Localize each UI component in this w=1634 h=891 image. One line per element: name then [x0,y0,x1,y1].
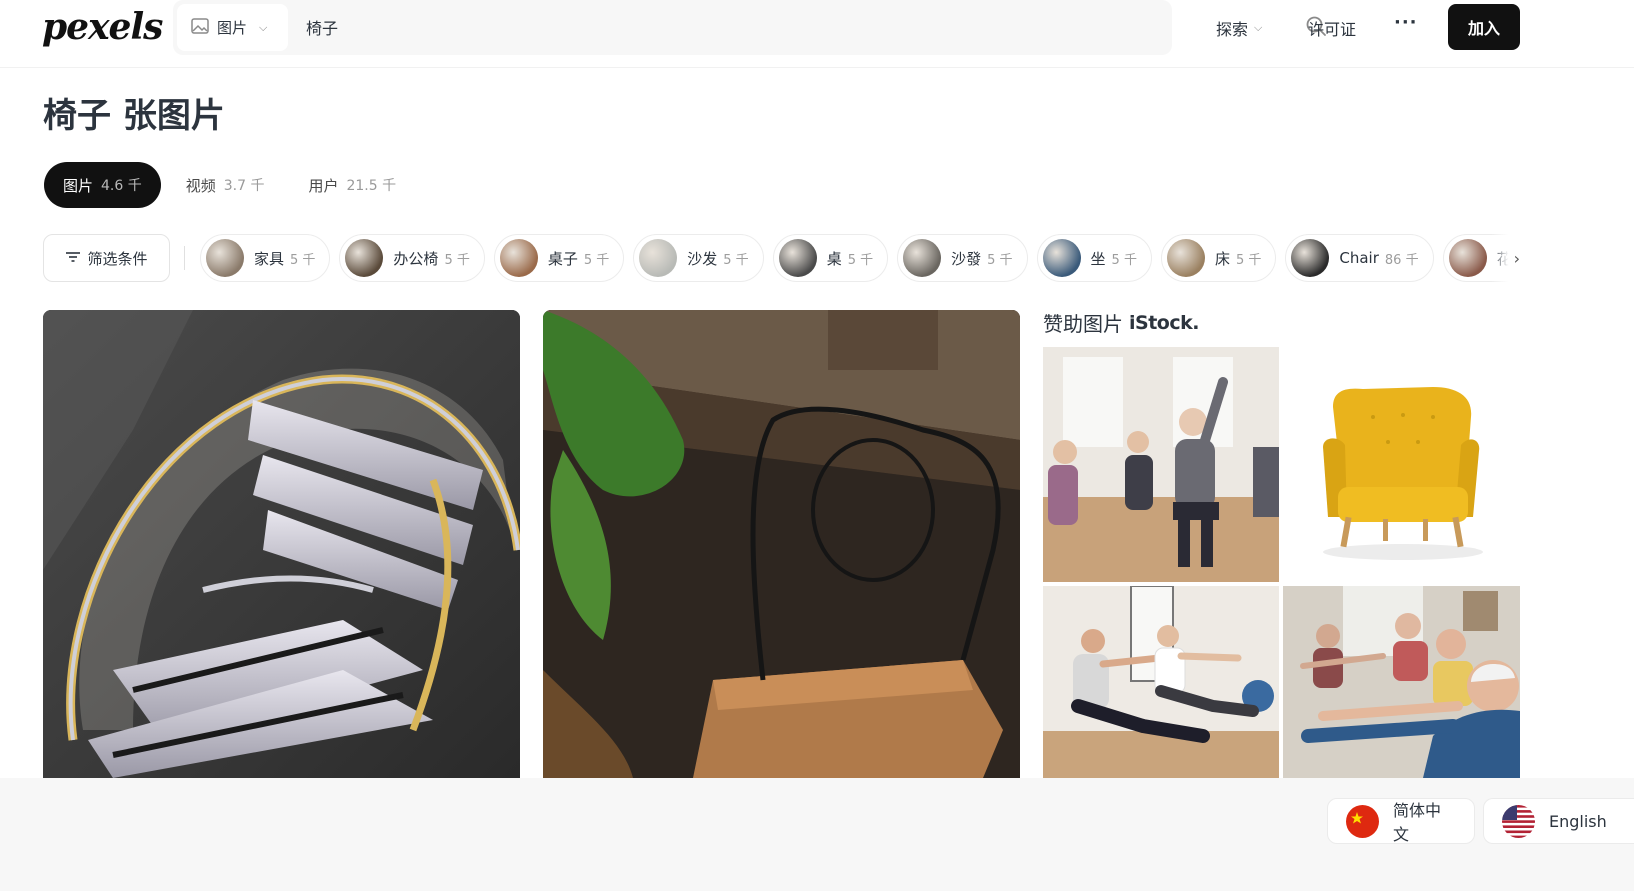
chip-count: 86 千 [1384,252,1419,268]
photo-seated-exercise-class [1043,347,1279,582]
related-search-chip[interactable]: 桌子 5 千 [493,234,625,282]
related-search-chip[interactable]: 床 5 千 [1160,234,1277,282]
join-button[interactable]: 加入 [1448,4,1520,50]
tab-photos[interactable]: 图片 4.6 千 [44,162,161,208]
search-input[interactable] [306,13,1126,41]
us-flag-icon [1502,804,1535,838]
photo-leg-raise-exercise [1043,586,1279,778]
tab-label: 图片 [63,176,94,195]
related-search-chip[interactable]: 沙發 5 千 [897,234,1028,282]
search-bar: 图片 ⌵ [173,0,1326,55]
chip-thumbnail [903,239,942,277]
language-label: English [1549,811,1607,831]
media-tabs: 图片 4.6 千 视频 3.7 千 用户 21.5 千 [44,162,415,208]
chip-label: 沙發 [951,249,982,268]
sponsored-photo[interactable] [1043,586,1279,778]
nav-explore-label: 探索 [1216,20,1249,39]
related-search-chip[interactable]: Chair 86 千 [1285,234,1434,282]
chip-thumbnail [1291,239,1330,277]
chip-label: 桌子 [547,249,578,268]
filter-label: 筛选条件 [87,249,148,268]
page-title: 椅子 张图片 [43,96,225,136]
chevron-down-icon: ⌵ [1254,21,1263,34]
chip-count: 5 千 [290,252,316,268]
chip-label: 办公椅 [393,249,439,268]
photo-card[interactable] [43,310,520,778]
language-option-en[interactable]: English [1483,798,1634,844]
chip-thumbnail [778,239,817,277]
related-search-chip[interactable]: 坐 5 千 [1036,234,1152,282]
chip-thumbnail [1448,239,1487,277]
photo-yellow-armchair [1283,347,1520,582]
tab-count: 3.7 千 [223,178,265,194]
chip-count: 5 千 [583,252,610,268]
chip-count: 5 千 [1111,252,1137,268]
photo-aluminium-chair [43,310,520,778]
nav-explore[interactable]: 探索 ⌵ [1216,16,1262,40]
chip-thumbnail [1166,239,1205,277]
photo-wire-chair [543,310,1020,778]
related-search-chip[interactable]: 沙发 5 千 [633,234,764,282]
chip-thumbnail [345,239,384,277]
sponsored-title: 赞助图片 iStock. [1043,308,1199,337]
chip-thumbnail [499,239,538,277]
related-search-chip[interactable]: 办公椅 5 千 [339,234,485,282]
chip-thumbnail [639,239,678,277]
china-flag-icon [1346,804,1379,838]
language-label: 简体中文 [1393,801,1442,844]
search-type-dropdown[interactable]: 图片 ⌵ [177,4,288,51]
chip-count: 5 千 [987,252,1013,268]
chip-list: 家具 5 千办公椅 5 千桌子 5 千沙发 5 千桌5 千沙發 5 千坐5 千床5 千 Ch… [200,234,1520,282]
tab-users[interactable]: 用户 21.5 千 [289,162,415,208]
chip-count: 5 千 [444,252,470,268]
sponsored-photo[interactable] [1283,586,1520,778]
chip-label: 床 [1214,249,1230,268]
related-searches: 筛选条件 家具 5 千办公椅 5 千桌子 5 千沙发 5 千桌5 千沙發 5 千坐5 千床… [43,234,1520,282]
nav-license[interactable]: 许可证 [1308,16,1356,40]
chevron-right-icon[interactable]: › [1491,234,1520,282]
search-type-label: 图片 [217,19,248,37]
sponsored-label: 赞助图片 [1043,312,1123,336]
related-search-chip[interactable]: 家具 5 千 [200,234,331,282]
chip-label: 桌 [826,249,842,268]
related-search-chip[interactable]: 桌 5 千 [772,234,889,282]
chip-label: 沙发 [687,249,718,268]
divider [184,246,185,270]
photo-card[interactable] [543,310,1020,778]
more-menu-button[interactable]: ··· [1394,12,1418,33]
chip-label: Chair [1339,249,1379,267]
chip-thumbnail [206,239,244,277]
chip-count: 5 千 [723,252,749,268]
tab-count: 4.6 千 [101,178,142,194]
sponsored-photo[interactable] [1283,347,1520,582]
chip-count: 5 千 [1235,252,1262,268]
pexels-logo[interactable]: pexels [42,6,163,48]
filter-icon [65,249,81,267]
sponsored-photo[interactable] [1043,347,1279,582]
tab-videos[interactable]: 视频 3.7 千 [167,162,284,208]
istock-logo[interactable]: iStock. [1129,312,1199,334]
chip-thumbnail [1042,239,1081,277]
image-icon [191,17,209,38]
chevron-down-icon: ⌵ [259,20,268,34]
chip-label: 坐 [1090,249,1106,268]
tab-count: 21.5 千 [346,178,397,194]
top-header: pexels 图片 ⌵ 探索 ⌵ 许可证 ··· 加入 [0,0,1634,68]
tab-label: 用户 [308,176,339,195]
chip-count: 5 千 [847,252,874,268]
language-option-zh[interactable]: 简体中文 [1327,798,1475,844]
chip-label: 家具 [254,249,285,268]
tab-label: 视频 [185,176,216,195]
filter-button[interactable]: 筛选条件 [43,234,170,282]
photo-seniors-stretching [1283,586,1520,778]
language-bar: 简体中文 English [0,778,1634,891]
